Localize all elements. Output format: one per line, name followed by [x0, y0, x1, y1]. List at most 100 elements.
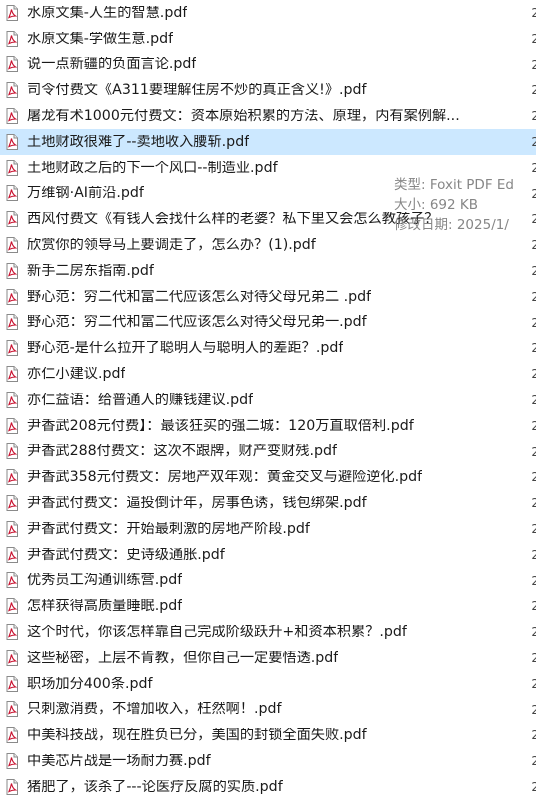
- pdf-file-icon: [6, 572, 18, 589]
- truncated-column-text: 2: [531, 367, 536, 382]
- file-row[interactable]: 这些秘密，上层不肯教，但你自己一定要悟透.pdf 2: [0, 645, 536, 671]
- file-row[interactable]: 野心范：穷二代和富二代应该怎么对待父母兄弟一.pdf 2: [0, 310, 536, 336]
- file-name: 尹香武付费文：开始最刺激的房地产阶段.pdf: [27, 521, 310, 536]
- file-row[interactable]: 西风付费文《有钱人会找什么样的老婆？私下里又会怎么教孩子？ 2: [0, 206, 536, 232]
- truncated-column-text: 2: [531, 186, 536, 201]
- file-row[interactable]: 野心范：穷二代和富二代应该怎么对待父母兄弟二 .pdf 2: [0, 284, 536, 310]
- file-name: 亦仁益语：给普通人的赚钱建议.pdf: [27, 392, 254, 407]
- file-name: 猪肥了，该杀了---论医疗反腐的实质.pdf: [27, 779, 283, 794]
- file-name: 这些秘密，上层不肯教，但你自己一定要悟透.pdf: [27, 650, 339, 665]
- file-row[interactable]: 欣赏你的领导马上要调走了，怎么办？(1).pdf 2: [0, 232, 536, 258]
- truncated-column-text: 2: [531, 728, 536, 743]
- file-name: 水原文集-学做生意.pdf: [27, 31, 174, 46]
- file-row[interactable]: 尹香武付费文：逼投倒计年，房事色诱，钱包绑架.pdf 2: [0, 490, 536, 516]
- file-row[interactable]: 司令付费文《A311要理解住房不炒的真正含义!》.pdf 2: [0, 77, 536, 103]
- file-row[interactable]: 怎样获得高质量睡眠.pdf 2: [0, 593, 536, 619]
- truncated-column-text: 2: [531, 418, 536, 433]
- pdf-file-icon: [6, 340, 18, 357]
- pdf-file-icon: [6, 366, 18, 383]
- pdf-file-icon: [6, 237, 18, 254]
- file-row[interactable]: 屠龙有术1000元付费文：资本原始积累的方法、原理，内有案例解... 2: [0, 103, 536, 129]
- file-name: 尹香武288付费文：这次不跟牌，财产变财残.pdf: [27, 444, 337, 459]
- file-list[interactable]: 水原文集-人生的智慧.pdf 2 水原文集-学做生意.pdf 2 说一点新疆的负…: [0, 0, 536, 800]
- truncated-column-text: 2: [531, 289, 536, 304]
- file-name: 欣赏你的领导马上要调走了，怎么办？(1).pdf: [27, 237, 316, 253]
- file-row[interactable]: 尹香武288付费文：这次不跟牌，财产变财残.pdf 2: [0, 439, 536, 465]
- truncated-column-text: 2: [531, 315, 536, 330]
- truncated-column-text: 2: [531, 444, 536, 459]
- file-row[interactable]: 这个时代，你该怎样靠自己完成阶级跃升+和资本积累？.pdf 2: [0, 619, 536, 645]
- pdf-file-icon: [6, 288, 18, 305]
- truncated-column-text: 2: [531, 109, 536, 124]
- file-name: 土地财政很难了--卖地收入腰斩.pdf: [27, 134, 250, 149]
- pdf-file-icon: [6, 546, 18, 563]
- truncated-column-text: 2: [531, 392, 536, 407]
- truncated-column-text: 2: [531, 341, 536, 356]
- file-row[interactable]: 只刺激消费，不增加收入，枉然啊！.pdf 2: [0, 697, 536, 723]
- pdf-file-icon: [6, 753, 18, 769]
- file-row[interactable]: 职场加分400条.pdf 2: [0, 671, 536, 697]
- truncated-column-text: 2: [531, 702, 536, 717]
- file-row[interactable]: 尹香武付费文：开始最刺激的房地产阶段.pdf 2: [0, 516, 536, 542]
- pdf-file-icon: [6, 4, 18, 21]
- file-name: 水原文集-人生的智慧.pdf: [27, 5, 188, 20]
- file-name: 万维钢·AI前沿.pdf: [27, 186, 144, 201]
- file-row[interactable]: 土地财政之后的下一个风口--制造业.pdf 2: [0, 155, 536, 181]
- file-row[interactable]: 土地财政很难了--卖地收入腰斩.pdf 2: [0, 128, 536, 155]
- file-row[interactable]: 野心范-是什么拉开了聪明人与聪明人的差距？.pdf 2: [0, 335, 536, 361]
- file-name: 野心范：穷二代和富二代应该怎么对待父母兄弟一.pdf: [27, 315, 367, 330]
- truncated-column-text: 2: [531, 676, 536, 691]
- pdf-file-icon: [6, 185, 18, 202]
- pdf-file-icon: [6, 133, 18, 150]
- pdf-file-icon: [6, 56, 18, 73]
- file-name: 野心范-是什么拉开了聪明人与聪明人的差距？.pdf: [27, 341, 344, 356]
- file-row[interactable]: 中美科技战，现在胜负已分，美国的封锁全面失败.pdf 2: [0, 722, 536, 748]
- file-name: 屠龙有术1000元付费文：资本原始积累的方法、原理，内有案例解...: [27, 108, 460, 124]
- truncated-column-text: 2: [531, 6, 536, 20]
- pdf-file-icon: [6, 469, 18, 486]
- file-row[interactable]: 亦仁小建议.pdf 2: [0, 361, 536, 387]
- file-row[interactable]: 新手二房东指南.pdf 2: [0, 258, 536, 284]
- truncated-column-text: 2: [531, 599, 536, 614]
- file-row[interactable]: 水原文集-人生的智慧.pdf 2: [0, 0, 536, 26]
- file-row[interactable]: 猪肥了，该杀了---论医疗反腐的实质.pdf 2: [0, 774, 536, 800]
- truncated-column-text: 2: [531, 470, 536, 485]
- file-name: 司令付费文《A311要理解住房不炒的真正含义!》.pdf: [27, 83, 367, 98]
- file-name: 职场加分400条.pdf: [27, 676, 153, 691]
- file-name: 优秀员工沟通训练营.pdf: [27, 573, 183, 588]
- file-name: 只刺激消费，不增加收入，枉然啊！.pdf: [27, 702, 282, 717]
- file-row[interactable]: 尹香武208元付费】：最该狂买的强二城：120万直取倍利.pdf 2: [0, 413, 536, 439]
- truncated-column-text: 2: [531, 779, 536, 794]
- file-name: 中美科技战，现在胜负已分，美国的封锁全面失败.pdf: [27, 728, 367, 743]
- file-row[interactable]: 说一点新疆的负面言论.pdf 2: [0, 52, 536, 78]
- pdf-file-icon: [6, 649, 18, 666]
- truncated-column-text: 2: [531, 212, 536, 227]
- pdf-file-icon: [6, 598, 18, 615]
- truncated-column-text: 2: [531, 263, 536, 278]
- file-row[interactable]: 尹香武358元付费文：房地产双年观：黄金交叉与避险逆化.pdf 2: [0, 464, 536, 490]
- pdf-file-icon: [6, 30, 18, 47]
- pdf-file-icon: [6, 778, 18, 795]
- truncated-column-text: 2: [531, 521, 536, 536]
- pdf-file-icon: [6, 417, 18, 434]
- pdf-file-icon: [6, 624, 18, 641]
- truncated-column-text: 2: [531, 57, 536, 72]
- file-row[interactable]: 亦仁益语：给普通人的赚钱建议.pdf 2: [0, 387, 536, 413]
- file-row[interactable]: 水原文集-学做生意.pdf 2: [0, 26, 536, 52]
- pdf-file-icon: [6, 495, 18, 512]
- pdf-file-icon: [6, 108, 18, 125]
- truncated-column-text: 2: [531, 160, 536, 175]
- file-row[interactable]: 中美芯片战是一场耐力赛.pdf 2: [0, 748, 536, 774]
- pdf-file-icon: [6, 443, 18, 460]
- file-row[interactable]: 尹香武付费文：史诗级通胀.pdf 2: [0, 542, 536, 568]
- truncated-column-text: 2: [531, 625, 536, 640]
- file-row[interactable]: 万维钢·AI前沿.pdf 2: [0, 181, 536, 207]
- truncated-column-text: 2: [531, 547, 536, 562]
- file-name: 尹香武付费文：史诗级通胀.pdf: [27, 547, 225, 562]
- truncated-column-text: 2: [531, 650, 536, 665]
- truncated-column-text: 2: [531, 238, 536, 253]
- file-name: 野心范：穷二代和富二代应该怎么对待父母兄弟二 .pdf: [27, 289, 372, 304]
- file-name: 说一点新疆的负面言论.pdf: [27, 57, 197, 72]
- file-row[interactable]: 优秀员工沟通训练营.pdf 2: [0, 568, 536, 594]
- pdf-file-icon: [6, 159, 18, 176]
